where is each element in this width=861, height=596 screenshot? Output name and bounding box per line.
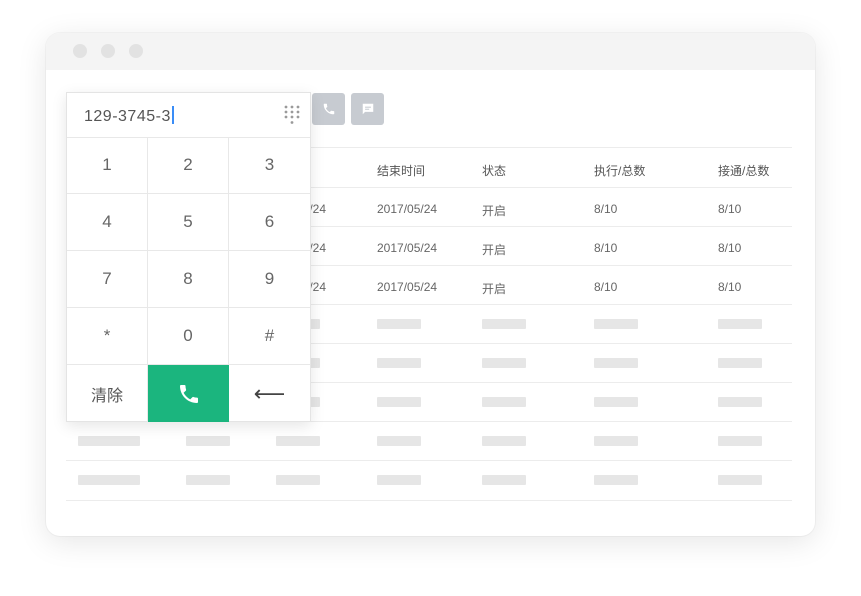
key-star[interactable]: * — [67, 308, 148, 365]
cell-executed: 8/10 — [594, 241, 618, 255]
placeholder-bar — [78, 475, 140, 485]
backspace-button[interactable]: ⟵ — [229, 365, 310, 422]
header-status: 状态 — [482, 164, 507, 178]
cell-end-time: 2017/05/24 — [377, 202, 438, 216]
title-bar — [46, 33, 815, 70]
placeholder-bar — [482, 397, 526, 407]
cell-status: 开启 — [482, 243, 507, 257]
placeholder-bar — [186, 436, 230, 446]
placeholder-bar — [718, 436, 762, 446]
cell-end-time: 2017/05/24 — [377, 280, 438, 294]
placeholder-bar — [594, 358, 638, 368]
key-2[interactable]: 2 — [148, 137, 229, 194]
cell-executed: 8/10 — [594, 280, 618, 294]
placeholder-bar — [594, 436, 638, 446]
placeholder-bar — [594, 397, 638, 407]
placeholder-bar — [377, 358, 421, 368]
placeholder-bar — [482, 358, 526, 368]
cell-status: 开启 — [482, 204, 507, 218]
placeholder-row — [66, 460, 792, 501]
cell-end-time: 2017/05/24 — [377, 241, 438, 255]
placeholder-bar — [718, 358, 762, 368]
cell-connected: 8/10 — [718, 202, 742, 216]
placeholder-bar — [276, 475, 320, 485]
toolbar-call-button[interactable] — [312, 93, 345, 125]
key-4[interactable]: 4 — [67, 194, 148, 251]
placeholder-bar — [594, 319, 638, 329]
dialpad: 129-3745-3 1 2 3 4 5 6 7 8 9 * 0 # 清除 ⟵ — [66, 92, 311, 422]
window-close-dot[interactable] — [73, 44, 87, 58]
placeholder-bar — [718, 475, 762, 485]
placeholder-row — [66, 421, 792, 461]
header-executed-total: 执行/总数 — [594, 164, 646, 178]
clear-button[interactable]: 清除 — [67, 365, 148, 422]
window-minimize-dot[interactable] — [101, 44, 115, 58]
header-connected-total: 接通/总数 — [718, 164, 770, 178]
placeholder-bar — [377, 436, 421, 446]
key-0[interactable]: 0 — [148, 308, 229, 365]
placeholder-bar — [718, 397, 762, 407]
placeholder-bar — [482, 436, 526, 446]
dial-number-value: 129-3745-3 — [84, 106, 174, 126]
key-hash[interactable]: # — [229, 308, 310, 365]
key-1[interactable]: 1 — [67, 137, 148, 194]
phone-icon — [323, 103, 334, 115]
cell-connected: 8/10 — [718, 241, 742, 255]
header-end-time: 结束时间 — [377, 164, 426, 178]
backspace-arrow-icon: ⟵ — [253, 380, 286, 406]
keypad-grid-icon[interactable] — [283, 104, 301, 126]
key-9[interactable]: 9 — [229, 251, 310, 308]
placeholder-bar — [482, 319, 526, 329]
message-icon — [362, 103, 373, 115]
key-6[interactable]: 6 — [229, 194, 310, 251]
window-maximize-dot[interactable] — [129, 44, 143, 58]
phone-icon — [179, 384, 198, 403]
placeholder-bar — [594, 475, 638, 485]
toolbar-message-button[interactable] — [351, 93, 384, 125]
placeholder-bar — [276, 436, 320, 446]
key-5[interactable]: 5 — [148, 194, 229, 251]
placeholder-bar — [377, 397, 421, 407]
cell-status: 开启 — [482, 282, 507, 296]
key-8[interactable]: 8 — [148, 251, 229, 308]
placeholder-bar — [78, 436, 140, 446]
key-3[interactable]: 3 — [229, 137, 310, 194]
cell-executed: 8/10 — [594, 202, 618, 216]
placeholder-bar — [186, 475, 230, 485]
placeholder-bar — [377, 475, 421, 485]
key-7[interactable]: 7 — [67, 251, 148, 308]
placeholder-bar — [482, 475, 526, 485]
placeholder-bar — [718, 319, 762, 329]
dial-number-input[interactable]: 129-3745-3 — [67, 93, 310, 138]
placeholder-bar — [377, 319, 421, 329]
text-caret — [171, 106, 174, 124]
call-button[interactable] — [148, 365, 229, 422]
cell-connected: 8/10 — [718, 280, 742, 294]
